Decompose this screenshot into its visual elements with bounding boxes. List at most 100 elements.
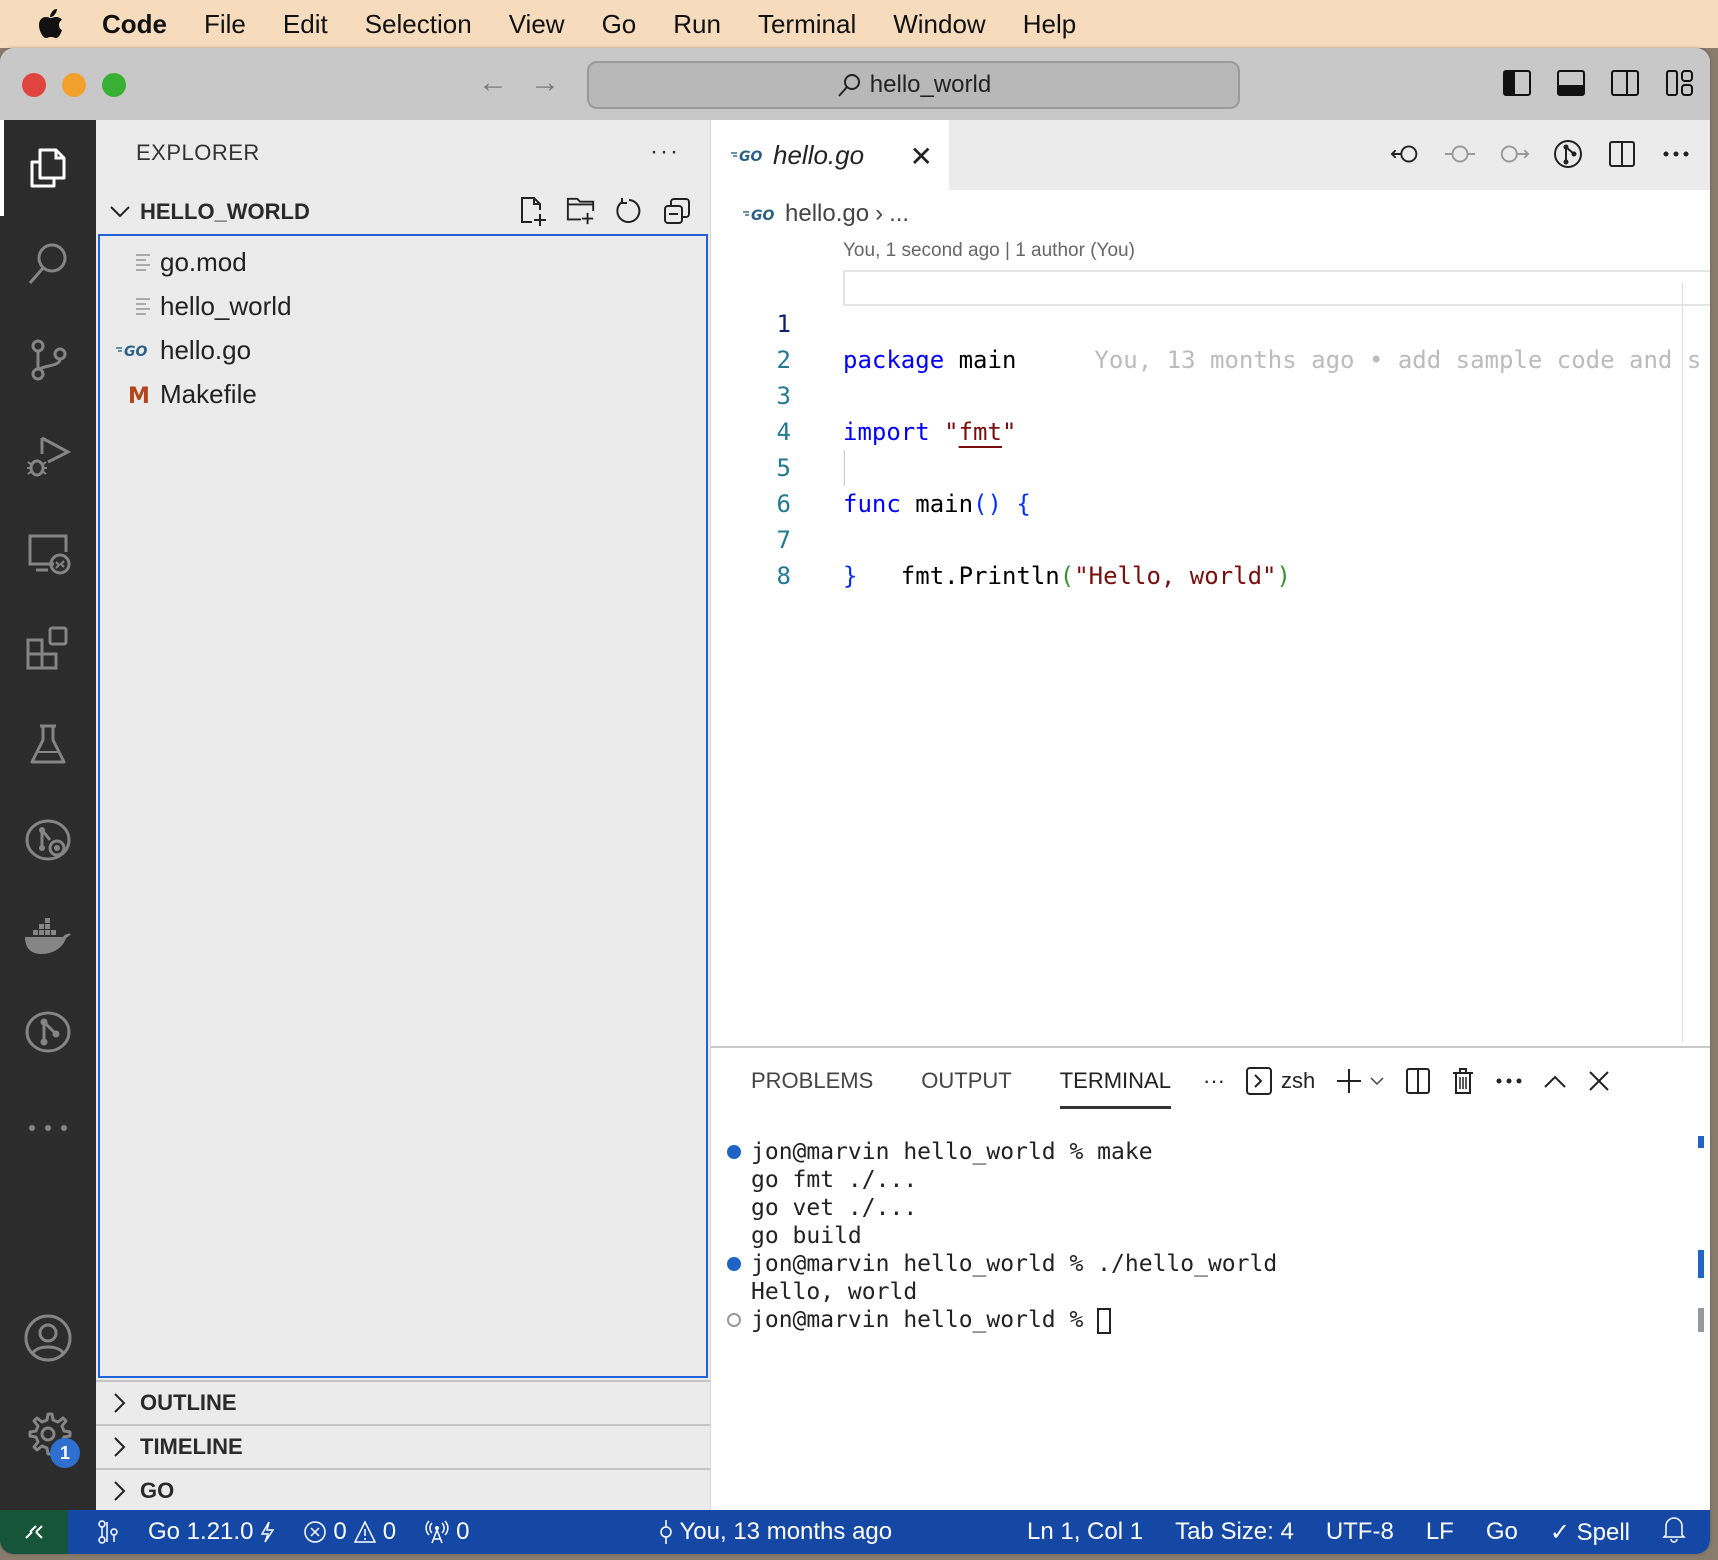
remote-indicator[interactable] xyxy=(0,1510,68,1554)
section-timeline[interactable]: TIMELINE xyxy=(96,1424,710,1468)
code-line[interactable]: 2 xyxy=(711,306,1710,374)
refresh-icon[interactable] xyxy=(614,196,644,226)
apple-icon[interactable] xyxy=(36,8,66,40)
activity-source-control[interactable] xyxy=(0,312,96,408)
command-pending-decoration-icon[interactable] xyxy=(727,1313,741,1327)
close-panel-icon[interactable] xyxy=(1587,1069,1611,1093)
code-line[interactable]: 1 package main You, 13 months ago • add s… xyxy=(711,270,1710,374)
gitlens-codelens[interactable]: You, 1 second ago | 1 author (You) xyxy=(843,240,1135,262)
go-tools-status[interactable] xyxy=(96,1518,120,1546)
git-blame-status[interactable]: You, 13 months ago xyxy=(658,1518,892,1546)
toggle-secondary-sidebar-icon[interactable] xyxy=(1610,68,1640,98)
section-go[interactable]: GO xyxy=(96,1468,710,1512)
code-editor[interactable]: 1 package main You, 13 months ago • add s… xyxy=(711,270,1710,590)
file-item-go-mod[interactable]: go.mod xyxy=(100,240,247,284)
new-folder-icon[interactable] xyxy=(566,196,596,226)
file-item-hello-go[interactable]: GO hello.go xyxy=(100,328,251,372)
section-outline[interactable]: OUTLINE xyxy=(96,1380,710,1424)
menu-app-name[interactable]: Code xyxy=(102,9,167,40)
chevron-down-icon[interactable] xyxy=(1369,1075,1385,1087)
command-center-search[interactable]: hello_world xyxy=(587,61,1240,109)
activity-manage[interactable]: 1 xyxy=(0,1386,96,1482)
menu-view[interactable]: View xyxy=(509,9,565,40)
terminal-selector[interactable]: zsh xyxy=(1245,1066,1315,1096)
tab-hello-go[interactable]: GO hello.go ✕ xyxy=(711,120,949,190)
customize-layout-icon[interactable] xyxy=(1664,68,1694,98)
forward-arrow-icon[interactable]: → xyxy=(530,66,560,100)
explorer-more-actions[interactable]: ··· xyxy=(650,138,680,166)
go-version-status[interactable]: Go 1.21.0 xyxy=(148,1518,275,1546)
language-mode[interactable]: Go xyxy=(1486,1518,1518,1546)
code-line[interactable]: 8 xyxy=(711,522,1710,590)
gitlens-compare-icon[interactable] xyxy=(1552,138,1584,170)
menu-edit[interactable]: Edit xyxy=(283,9,328,40)
activity-run-debug[interactable] xyxy=(0,408,96,504)
toggle-panel-icon[interactable] xyxy=(1556,68,1586,98)
activity-gitlens[interactable] xyxy=(0,984,96,1080)
activity-extensions[interactable] xyxy=(0,600,96,696)
split-terminal-icon[interactable] xyxy=(1405,1067,1431,1095)
breadcrumb-symbols[interactable]: ... xyxy=(889,200,909,228)
spell-check[interactable]: ✓ Spell xyxy=(1550,1518,1630,1547)
trash-icon[interactable] xyxy=(1451,1067,1475,1095)
menu-run[interactable]: Run xyxy=(673,9,721,40)
overview-ruler[interactable] xyxy=(1682,282,1710,1042)
breadcrumb-file[interactable]: hello.go xyxy=(785,200,869,228)
gitlens-previous-revision-icon[interactable] xyxy=(1390,138,1422,170)
file-item-makefile[interactable]: M Makefile xyxy=(100,372,257,416)
menu-file[interactable]: File xyxy=(204,9,246,40)
activity-explorer[interactable] xyxy=(0,120,96,216)
code-line[interactable]: 4 xyxy=(711,378,1710,446)
panel-tab-output[interactable]: OUTPUT xyxy=(921,1068,1011,1109)
more-actions-icon[interactable] xyxy=(1495,1077,1523,1085)
more-actions-icon[interactable] xyxy=(1660,138,1692,170)
back-arrow-icon[interactable]: ← xyxy=(478,66,508,100)
encoding[interactable]: UTF-8 xyxy=(1326,1518,1394,1546)
end-of-line[interactable]: LF xyxy=(1426,1518,1454,1546)
cursor-position[interactable]: Ln 1, Col 1 xyxy=(1027,1518,1143,1546)
code-line[interactable]: 3 import "fmt" xyxy=(711,342,1710,446)
source-control-icon xyxy=(31,339,67,381)
activity-remote-explorer[interactable] xyxy=(0,504,96,600)
menu-terminal[interactable]: Terminal xyxy=(758,9,856,40)
file-item-hello-world[interactable]: hello_world xyxy=(100,284,292,328)
notifications-bell-icon[interactable] xyxy=(1662,1515,1686,1550)
maximize-panel-icon[interactable] xyxy=(1543,1073,1567,1089)
problems-status[interactable]: 0 0 xyxy=(303,1518,396,1546)
code-line[interactable]: 5 func main() { xyxy=(711,414,1710,518)
menu-help[interactable]: Help xyxy=(1023,9,1076,40)
activity-testing[interactable] xyxy=(0,696,96,792)
minimize-window-button[interactable] xyxy=(62,73,86,97)
close-window-button[interactable] xyxy=(22,73,46,97)
workspace-folder-header[interactable]: HELLO_WORLD xyxy=(96,192,710,232)
menu-selection[interactable]: Selection xyxy=(365,9,472,40)
panel-more-tabs[interactable]: ··· xyxy=(1203,1068,1225,1094)
chevron-right-icon xyxy=(100,1436,140,1458)
activity-search[interactable] xyxy=(0,216,96,312)
menu-go[interactable]: Go xyxy=(602,9,637,40)
activity-accounts[interactable] xyxy=(0,1290,96,1386)
close-icon[interactable]: ✕ xyxy=(910,140,933,173)
menu-window[interactable]: Window xyxy=(893,9,985,40)
panel-tab-problems[interactable]: PROBLEMS xyxy=(751,1068,873,1109)
command-success-decoration-icon[interactable] xyxy=(727,1257,741,1271)
gitlens-next-revision-icon[interactable] xyxy=(1498,138,1530,170)
ports-status[interactable]: 0 xyxy=(424,1518,470,1546)
split-editor-icon[interactable] xyxy=(1606,138,1638,170)
gitlens-revision-icon[interactable] xyxy=(1444,138,1476,170)
command-success-decoration-icon[interactable] xyxy=(727,1145,741,1159)
activity-more[interactable] xyxy=(0,1080,96,1176)
zoom-window-button[interactable] xyxy=(102,73,126,97)
toggle-primary-sidebar-icon[interactable] xyxy=(1502,68,1532,98)
terminal-output[interactable]: jon@marvin hello_world % make go fmt ./..… xyxy=(727,1138,1277,1334)
new-terminal-icon[interactable] xyxy=(1335,1067,1363,1095)
panel-tab-terminal[interactable]: TERMINAL xyxy=(1059,1068,1171,1109)
code-line[interactable]: 6 fmt.Println("Hello, world") xyxy=(711,450,1710,590)
activity-docker[interactable] xyxy=(0,888,96,984)
string-token: "Hello, world" xyxy=(1074,562,1277,590)
activity-gitlens-inspect[interactable] xyxy=(0,792,96,888)
collapse-all-icon[interactable] xyxy=(662,196,692,226)
code-line[interactable]: 7 } xyxy=(711,486,1710,590)
new-file-icon[interactable] xyxy=(518,196,548,226)
indentation[interactable]: Tab Size: 4 xyxy=(1175,1518,1294,1546)
